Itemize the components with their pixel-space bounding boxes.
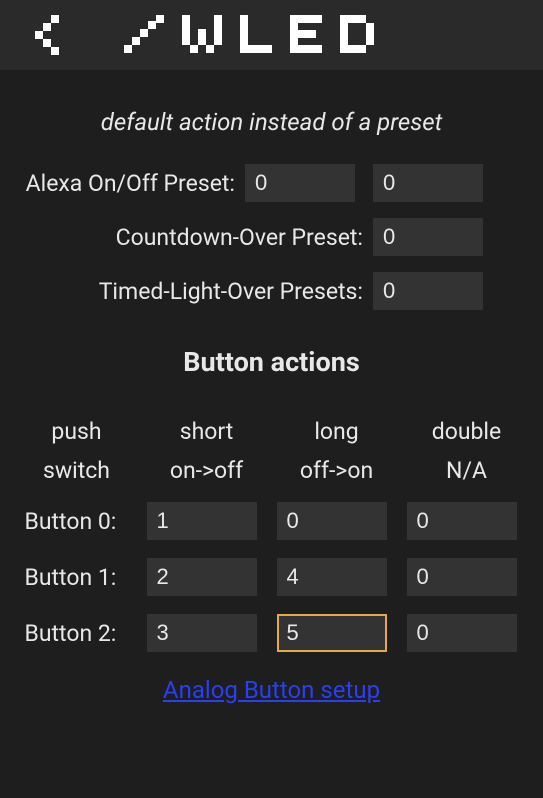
countdown-preset-input[interactable] <box>373 218 483 256</box>
alexa-preset-label: Alexa On/Off Preset: <box>26 170 235 197</box>
col-header-double: double <box>407 418 527 445</box>
analog-button-link-row: Analog Button setup <box>0 676 543 704</box>
timed-preset-row: Timed-Light-Over Presets: <box>0 272 543 310</box>
button2-row-label: Button 2: <box>17 620 137 647</box>
col-header-long: long <box>277 418 397 445</box>
col-header-push: push <box>17 418 137 445</box>
button0-double-input[interactable] <box>407 502 517 540</box>
wled-logo-icon <box>124 15 424 55</box>
button1-row-label: Button 1: <box>17 564 137 591</box>
back-button[interactable] <box>28 14 70 56</box>
button2-short-input[interactable] <box>147 614 257 652</box>
col-subheader-na: N/A <box>407 457 527 484</box>
button2-double-input[interactable] <box>407 614 517 652</box>
button0-long-input[interactable] <box>277 502 387 540</box>
col-header-short: short <box>147 418 267 445</box>
button0-short-input[interactable] <box>147 502 257 540</box>
countdown-preset-label: Countdown-Over Preset: <box>116 224 363 251</box>
subtitle-text: default action instead of a preset <box>0 108 543 136</box>
button0-row-label: Button 0: <box>17 508 137 535</box>
button-actions-grid: push short long double switch on->off of… <box>0 418 543 652</box>
col-subheader-onoff: on->off <box>147 457 267 484</box>
app-logo <box>124 14 424 56</box>
button2-long-input[interactable] <box>277 614 387 652</box>
button1-double-input[interactable] <box>407 558 517 596</box>
alexa-preset-row: Alexa On/Off Preset: <box>0 164 543 202</box>
timed-light-preset-input[interactable] <box>373 272 483 310</box>
analog-button-setup-link[interactable]: Analog Button setup <box>163 676 380 704</box>
alexa-off-preset-input[interactable] <box>373 164 483 202</box>
col-subheader-switch: switch <box>17 457 137 484</box>
button-actions-heading: Button actions <box>0 346 543 378</box>
timed-light-preset-label: Timed-Light-Over Presets: <box>99 278 363 305</box>
button1-short-input[interactable] <box>147 558 257 596</box>
chevron-left-icon <box>35 15 63 55</box>
header-bar <box>0 0 543 70</box>
button1-long-input[interactable] <box>277 558 387 596</box>
col-subheader-offon: off->on <box>277 457 397 484</box>
countdown-preset-row: Countdown-Over Preset: <box>0 218 543 256</box>
alexa-on-preset-input[interactable] <box>245 164 355 202</box>
